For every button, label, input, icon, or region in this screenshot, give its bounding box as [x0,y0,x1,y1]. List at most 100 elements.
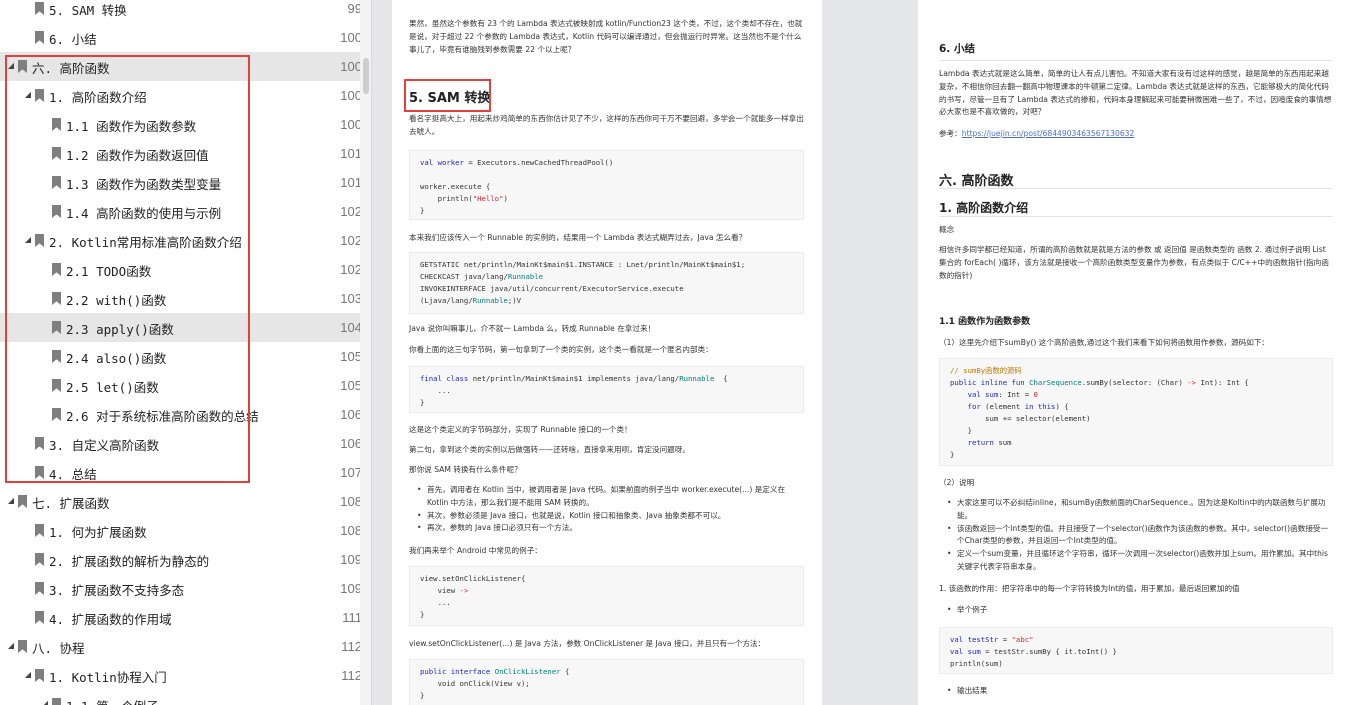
code-block: view.setOnClickListener{ view -> ... } [409,566,804,626]
pdf-reader-window: 5. SAM 转换 99 6. 小结 100 ◢ 六. 高阶函数 100 ◢ 1… [0,0,1345,705]
code-token: CharSequence [1024,378,1082,387]
code-line: ... [420,386,451,395]
paragraph: 相信许多同学都已经知道，所谓的高阶函数就是就是方法的参数 或 返回值 是函数类型… [939,245,1329,280]
code-token: OnClickListener [490,667,561,676]
outline-item[interactable]: 4. 扩展函数的作用域 111 [0,603,362,632]
code-token: Runnable [679,374,715,383]
paragraph: Lambda 表达式就是这么简单，简单的让人有点儿害怕。不知道大家有没有过这样的… [939,69,1332,117]
reference-line: 参考：https://juejin.cn/post/68449034635671… [939,128,1333,141]
outline-item[interactable]: 5. SAM 转换 99 [0,0,362,23]
code-line: void onClick(View v); [420,679,530,688]
code-line: INVOKEINTERFACE java/util/concurrent/Exe… [420,284,684,293]
bookmark-icon [35,669,44,682]
code-token: ) [503,194,508,203]
code-token: net/println/MainKt$main$1 implements jav… [468,374,680,383]
bullet-list: 输出结果 [947,685,1333,698]
outline-item[interactable]: ◢ 八. 协程 112 [0,632,362,661]
code-token: : Int = [998,390,1034,399]
outline-scrollbar[interactable] [360,0,371,705]
code-block: public interface OnClickListener { void … [409,659,804,705]
code-token: -> [1187,378,1197,387]
code-line: } [950,426,972,435]
code-block: final class net/println/MainKt$main$1 im… [409,366,804,413]
code-token: final class [420,374,469,383]
bookmark-icon [35,611,44,624]
paragraph: 概念 [939,225,955,234]
code-token: public interface [420,667,491,676]
code-line: } [950,450,955,459]
document-page-right: 6. 小结 Lambda 表达式就是这么简单，简单的让人有点儿害怕。不知道大家有… [918,0,1345,705]
bookmark-icon [52,698,61,705]
paragraph: （1）这里先介绍下sumBy() 这个高阶函数,通过这个我们来看下如何将函数用作… [939,338,1270,347]
code-token: CHECKCAST java/lang/ [420,272,508,281]
code-block: GETSTATIC net/println/MainKt$main$1.INST… [409,252,804,314]
bookmark-icon [18,640,27,653]
list-item: 定义一个sum变量，并且循环这个字符串，循环一次调用一次selector()函数… [947,548,1333,574]
section-heading: 6. 小结 [939,43,975,55]
code-token: (Ljava/lang/ [420,296,473,305]
code-token: -> [459,586,469,595]
outline-item[interactable]: ◢ 1.1 第一个例子 [0,690,360,705]
highlight-box [5,55,250,483]
divider [939,216,1333,217]
outline-item[interactable]: 3. 扩展函数不支持多态 109 [0,574,362,603]
paragraph: 这是这个类定义的字节码部分，实现了 Runnable 接口的一个类！ [409,425,632,434]
code-token: view [420,586,460,595]
list-item: 其次，参数必须是 Java 接口，也就是说，Kotlin 接口和抽象类、Java… [417,510,804,523]
code-token: testStr [963,635,999,644]
code-token: Runnable [507,272,544,281]
reference-label: 参考： [939,129,962,138]
outline-scrollbar-thumb[interactable] [363,58,369,94]
expand-arrow-icon[interactable]: ◢ [23,670,33,679]
paragraph: 看名字挺高大上，用起来炒鸡简单的东西你估计见了不少，这样的东西你可千万不要回避，… [409,114,804,136]
code-token: 0 [1033,390,1038,399]
code-token: ;)V [507,296,522,305]
code-token: val [950,647,964,656]
expand-arrow-icon[interactable]: ◢ [6,641,16,650]
bookmark-icon [35,31,44,44]
code-line: } [420,398,425,407]
code-line: } [420,610,425,619]
divider [939,188,1333,189]
subsection-heading: 1.1 函数作为函数参数 [939,317,1031,327]
outline-item[interactable]: 2. 扩展函数的解析为静态的 109 [0,545,362,574]
paragraph: （2）说明 [939,478,975,487]
code-token: = testStr.sumBy { it.toInt() } [980,647,1117,656]
outline-item[interactable]: 1. 何为扩展函数 108 [0,516,362,545]
code-token: val [950,390,981,399]
reference-link[interactable]: https://juejin.cn/post/68449034635671306… [962,129,1135,138]
chapter-heading: 六. 高阶函数 [939,174,1014,189]
outline-item[interactable]: ◢ 七. 扩展函数 108 [0,487,362,516]
code-token: val [420,158,434,167]
code-line: } [420,206,425,215]
code-token: sum [993,438,1012,447]
paragraph: Java 说你叫嘛事儿，介不就一 Lambda 么，转成 Runnable 在拿… [409,324,656,333]
code-token: val [950,635,964,644]
heading-highlight-box [404,79,491,112]
code-token: = [998,635,1012,644]
code-token: ) { [1055,402,1069,411]
code-token: println( [420,194,473,203]
code-token: "Hello" [472,194,504,203]
bookmark-icon [35,524,44,537]
expand-arrow-icon[interactable]: ◢ [6,496,16,505]
code-token: worker [433,158,464,167]
expand-arrow-icon[interactable]: ◢ [40,699,50,705]
bookmark-icon [35,553,44,566]
outline-item[interactable]: ◢ 1. Kotlin协程入门 112 [0,661,362,690]
code-token: Runnable [472,296,508,305]
outline-item[interactable]: 6. 小结 100 [0,23,362,52]
list-item: 输出结果 [947,685,1333,698]
code-line: sum += selector(element) [950,414,1091,423]
code-block: val worker = Executors.newCachedThreadPo… [409,150,804,220]
code-token: sum [963,647,981,656]
list-item: 首先，调用者在 Kotlin 当中，被调用者是 Java 代码。如果前面的例子当… [417,484,804,510]
paragraph: 本来我们应该传入一个 Runnable 的实例的，结果用一个 Lambda 表达… [409,233,747,242]
paragraph: 那你说 SAM 转换有什么条件呢？ [409,465,522,474]
code-token: "abc" [1011,635,1034,644]
paragraph: 你看上面的这三句字节码，第一句拿到了一个类的实例，这个类一看就是一个匿名内部类： [409,345,713,354]
paragraph: view.setOnClickListener(...) 是 Java 方法，参… [409,639,766,648]
paragraph: 我们再来举个 Android 中常见的例子： [409,546,542,555]
section-heading: 1. 高阶函数介绍 [939,201,1029,215]
code-token: { [560,667,570,676]
